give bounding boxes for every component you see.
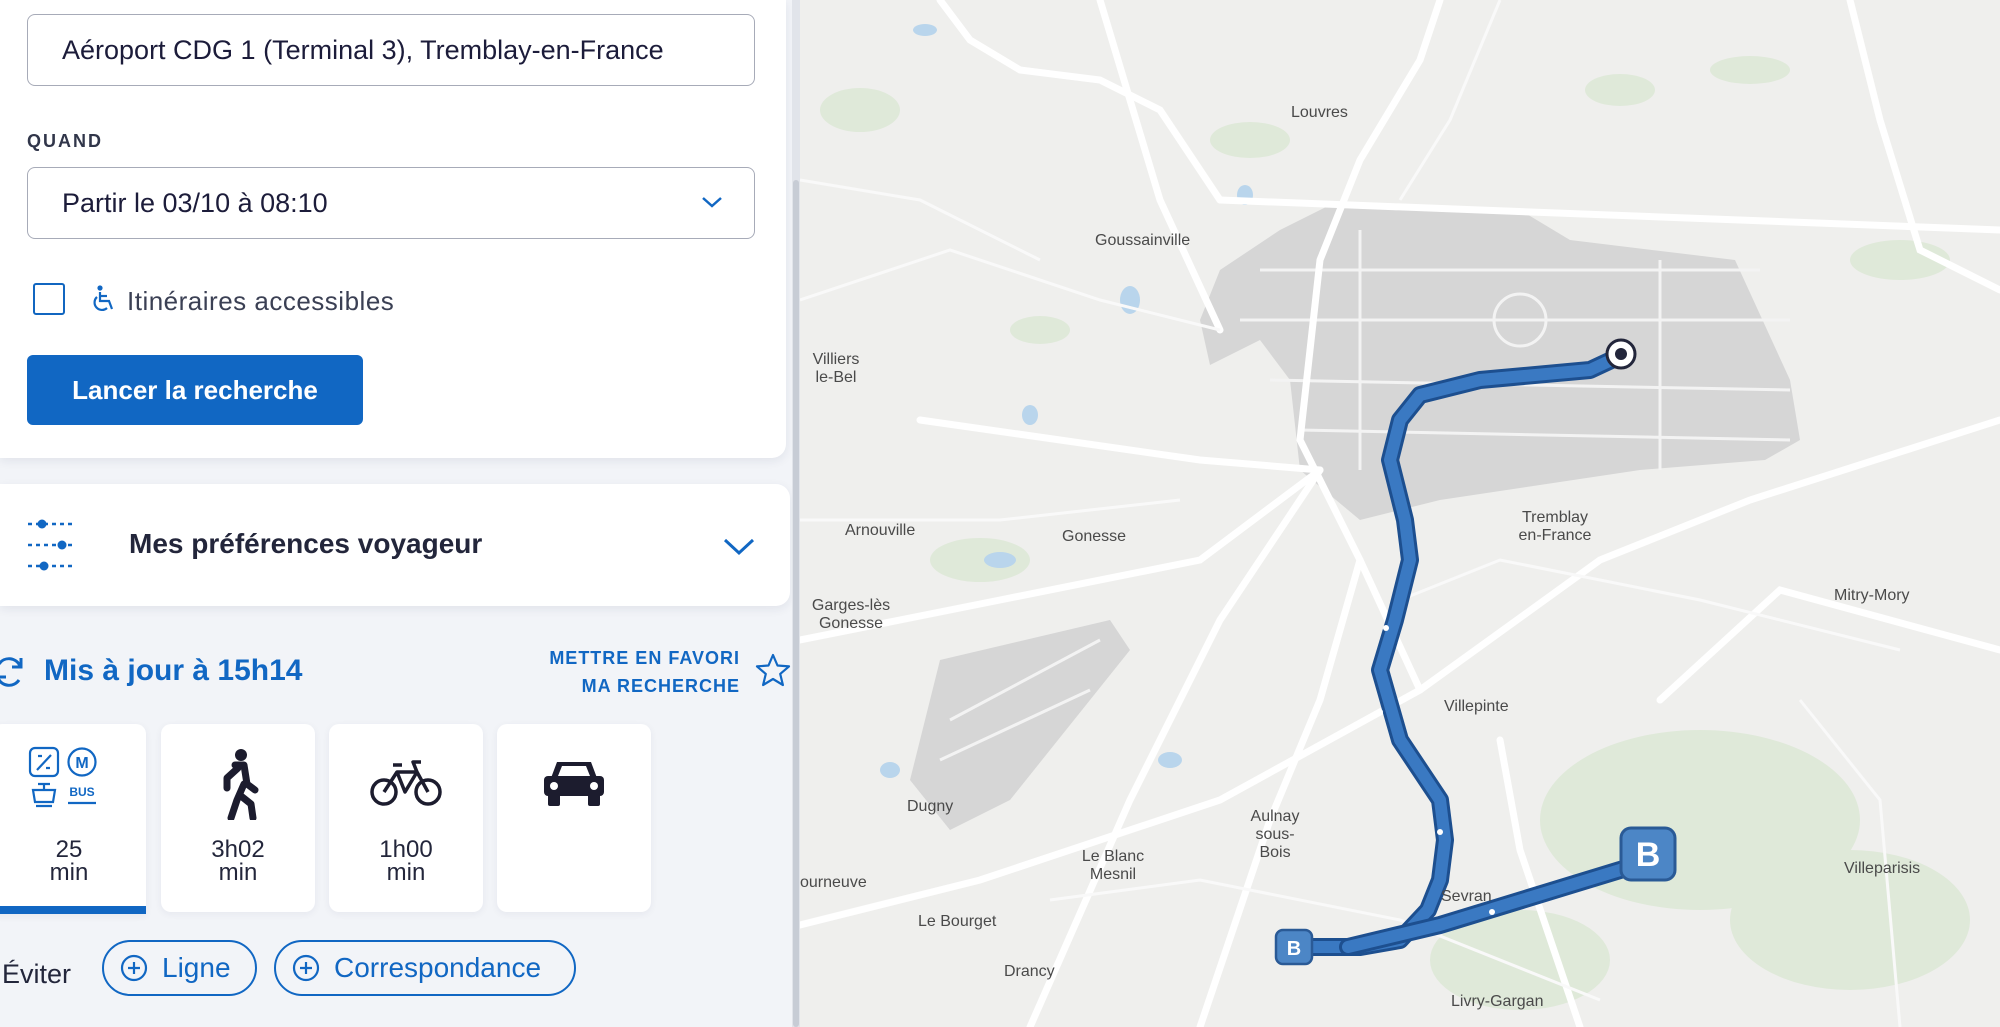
bike-duration-value: 1h00	[379, 836, 433, 863]
preferences-card[interactable]: Mes préférences voyageur	[0, 484, 790, 606]
bike-duration: 1h00 min	[329, 836, 483, 886]
place-label: ourneuve	[800, 874, 867, 891]
favorite-search-button[interactable]: METTRE EN FAVORI MA RECHERCHE	[520, 644, 740, 700]
transit-modes-icon: M BUS	[28, 746, 97, 808]
walk-duration-unit: min	[218, 859, 258, 886]
rer-b-marker-small[interactable]: B	[1274, 928, 1314, 966]
preferences-label: Mes préférences voyageur	[129, 528, 483, 559]
chevron-down-icon	[702, 197, 722, 208]
rer-b-marker-label: B	[1636, 836, 1661, 874]
place-label: Arnouville	[845, 522, 916, 539]
when-label: QUAND	[27, 131, 103, 151]
sliders-icon	[28, 519, 76, 571]
place-label: Livry-Gargan	[1451, 993, 1544, 1010]
bike-duration-unit: min	[386, 859, 426, 886]
left-panel: Aéroport CDG 1 (Terminal 3), Tremblay-en…	[0, 0, 792, 1027]
from-input[interactable]: Aéroport CDG 1 (Terminal 3), Tremblay-en…	[27, 14, 755, 86]
place-label: Villiers le-Bel	[812, 351, 860, 386]
place-label: Louvres	[1291, 104, 1348, 121]
place-label: Dugny	[907, 798, 954, 815]
place-label: Drancy	[1004, 963, 1055, 980]
bike-icon	[370, 760, 442, 806]
when-select[interactable]: Partir le 03/10 à 08:10	[27, 167, 755, 239]
panel-scrollbar[interactable]	[792, 0, 800, 1027]
mode-transit-tab[interactable]: M BUS 25 min	[0, 724, 146, 914]
favorite-line-1: METTRE EN FAVORI	[549, 648, 740, 668]
wheelchair-icon	[93, 285, 114, 311]
rer-b-marker-small-label: B	[1287, 938, 1301, 960]
avoid-connection-label: Correspondance	[334, 952, 542, 983]
place-label: Mitry-Mory	[1834, 587, 1910, 604]
place-label: Gonesse	[1062, 528, 1127, 545]
chevron-down-icon	[723, 538, 755, 556]
bus-label: BUS	[69, 785, 94, 799]
accessible-checkbox[interactable]	[33, 283, 65, 315]
origin-marker[interactable]	[1605, 338, 1637, 370]
mode-bike-tab[interactable]: 1h00 min	[329, 724, 483, 912]
updated-time: Mis à jour à 15h14	[44, 654, 303, 687]
map-canvas[interactable]: B B	[800, 0, 2000, 1027]
search-button[interactable]: Lancer la recherche	[27, 355, 363, 425]
walk-icon	[223, 749, 259, 820]
place-label: Le Blanc Mesnil	[1081, 848, 1145, 883]
place-label: Le Bourget	[918, 913, 997, 930]
avoid-line-button[interactable]: Ligne	[102, 940, 257, 996]
plus-circle-icon	[120, 954, 148, 982]
place-label: Garges-lès Gonesse	[811, 597, 891, 632]
transit-duration-unit: min	[49, 859, 89, 886]
place-label: Villeparisis	[1844, 860, 1921, 877]
transit-duration: 25 min	[0, 836, 146, 886]
rer-b-marker[interactable]: B	[1619, 826, 1677, 882]
when-value: Partir le 03/10 à 08:10	[62, 188, 328, 218]
avoid-connection-button[interactable]: Correspondance	[274, 940, 576, 996]
car-icon	[544, 762, 604, 806]
scrollbar-thumb[interactable]	[793, 180, 799, 1027]
avoid-line-label: Ligne	[162, 952, 231, 983]
favorite-line-2: MA RECHERCHE	[581, 676, 740, 696]
mode-car-tab[interactable]	[497, 724, 651, 912]
metro-label: M	[75, 755, 88, 772]
place-label: Aulnay sous-Bois	[1250, 808, 1300, 861]
accessible-label: Itinéraires accessibles	[127, 286, 395, 316]
avoid-label: Éviter	[2, 959, 72, 989]
place-label: Sevran	[1441, 888, 1492, 905]
plus-circle-icon	[292, 954, 320, 982]
walk-duration-value: 3h02	[211, 836, 265, 863]
search-card: Aéroport CDG 1 (Terminal 3), Tremblay-en…	[0, 0, 786, 458]
star-icon[interactable]	[755, 653, 791, 687]
mode-walk-tab[interactable]: 3h02 min	[161, 724, 315, 912]
place-label: Villepinte	[1444, 698, 1509, 715]
place-label: Tremblay en-France	[1518, 509, 1592, 544]
walk-duration: 3h02 min	[161, 836, 315, 886]
place-label: Goussainville	[1095, 232, 1191, 249]
transit-duration-value: 25	[55, 836, 83, 863]
map-view[interactable]: B B Louvres Goussainville Villiers le-Be…	[800, 0, 2000, 1027]
refresh-icon[interactable]	[0, 654, 26, 690]
